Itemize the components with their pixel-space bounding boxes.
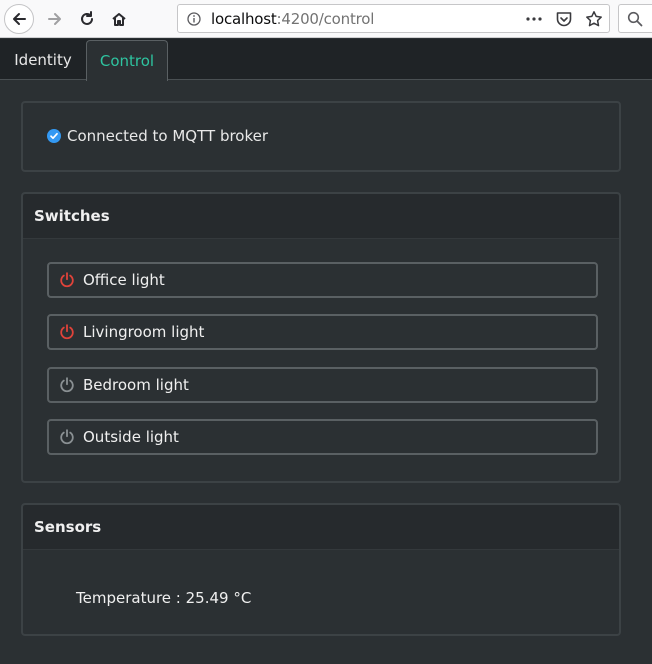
pocket-icon[interactable] bbox=[555, 10, 573, 28]
search-bar[interactable] bbox=[618, 4, 652, 33]
app-root: Identity Control Connected to MQTT broke… bbox=[0, 39, 652, 664]
switch-bedroom-light[interactable]: Bedroom light bbox=[47, 367, 598, 403]
switch-outside-light[interactable]: Outside light bbox=[47, 419, 598, 455]
url-host: localhost bbox=[211, 10, 277, 28]
status-text: Connected to MQTT broker bbox=[67, 127, 269, 145]
url-path: :4200/control bbox=[276, 10, 375, 28]
sensors-card: Sensors Temperature : 25.49 °C bbox=[21, 503, 621, 636]
switches-card: Switches Office light Livingroom light B… bbox=[21, 192, 621, 483]
sensors-header: Sensors bbox=[23, 505, 619, 550]
power-icon bbox=[60, 272, 74, 288]
connection-status-card: Connected to MQTT broker bbox=[21, 101, 621, 172]
forward-button[interactable] bbox=[40, 4, 70, 34]
home-icon bbox=[112, 13, 126, 26]
check-circle-icon bbox=[47, 129, 61, 143]
power-icon bbox=[60, 324, 74, 340]
more-icon[interactable] bbox=[525, 10, 543, 28]
tab-control[interactable]: Control bbox=[86, 40, 168, 81]
home-button[interactable] bbox=[104, 4, 134, 34]
temperature-reading: Temperature : 25.49 °C bbox=[76, 589, 251, 607]
switch-livingroom-light[interactable]: Livingroom light bbox=[47, 314, 598, 350]
temperature-unit: °C bbox=[228, 589, 252, 607]
search-icon bbox=[627, 11, 643, 27]
switch-label: Office light bbox=[83, 271, 165, 289]
power-icon bbox=[60, 377, 74, 393]
forward-arrow-icon bbox=[48, 13, 61, 25]
url-actions bbox=[525, 10, 603, 28]
back-arrow-icon bbox=[13, 13, 26, 25]
reload-button[interactable] bbox=[72, 4, 102, 34]
tab-bar: Identity Control bbox=[0, 39, 652, 81]
switch-office-light[interactable]: Office light bbox=[47, 262, 598, 298]
switch-label: Bedroom light bbox=[83, 376, 189, 394]
tab-identity[interactable]: Identity bbox=[0, 40, 86, 80]
url-text[interactable]: localhost:4200/control bbox=[211, 10, 374, 28]
back-button[interactable] bbox=[4, 4, 34, 34]
info-icon[interactable] bbox=[187, 12, 201, 26]
power-icon bbox=[60, 429, 74, 445]
switch-label: Outside light bbox=[83, 428, 179, 446]
browser-toolbar: localhost:4200/control bbox=[0, 0, 652, 38]
connection-status: Connected to MQTT broker bbox=[47, 127, 268, 145]
temperature-value: 25.49 bbox=[185, 589, 229, 607]
reload-icon bbox=[81, 11, 93, 25]
url-bar[interactable]: localhost:4200/control bbox=[177, 4, 610, 33]
bookmark-star-icon[interactable] bbox=[585, 10, 603, 28]
temperature-label: Temperature : bbox=[76, 589, 186, 607]
switches-header: Switches bbox=[23, 194, 619, 239]
switch-label: Livingroom light bbox=[83, 323, 205, 341]
